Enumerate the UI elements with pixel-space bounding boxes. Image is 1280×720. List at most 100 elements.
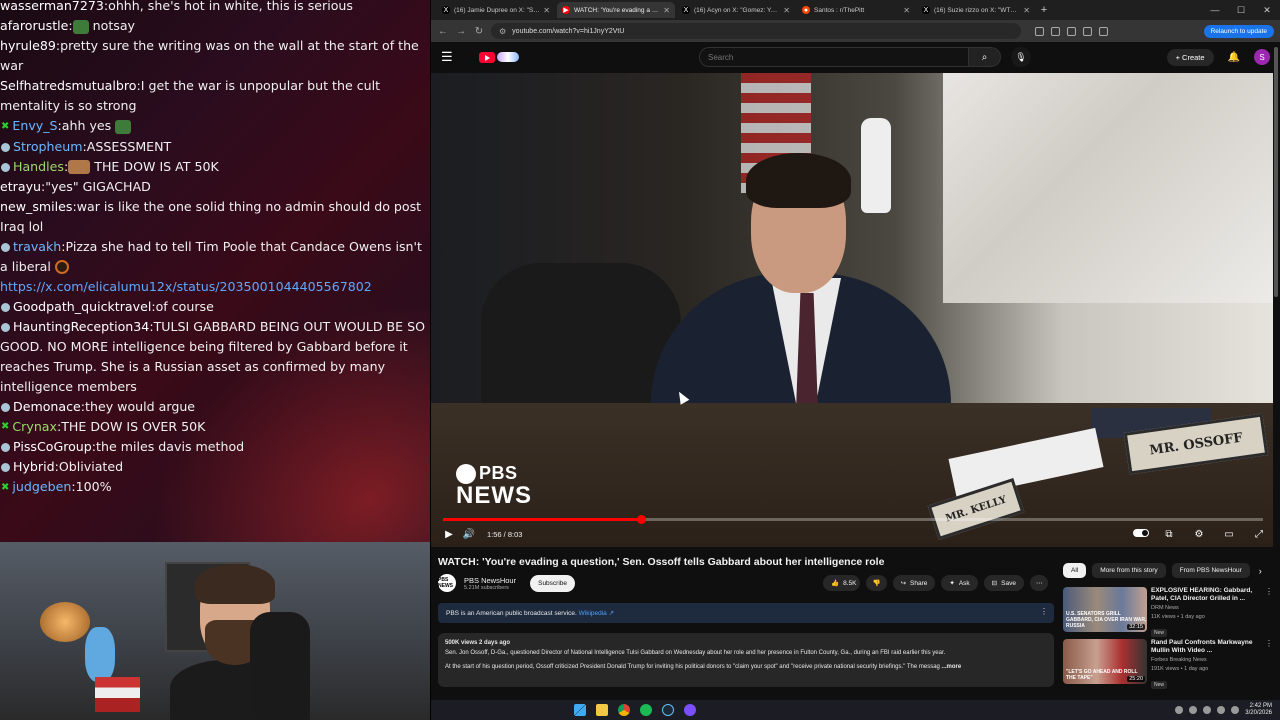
- channel-avatar[interactable]: PBS NEWS: [438, 574, 456, 592]
- progress-bar[interactable]: [443, 515, 1263, 524]
- chat-username[interactable]: PissCoGroup: [13, 439, 92, 454]
- chat-username[interactable]: Stropheum: [13, 139, 83, 154]
- description-box[interactable]: 500K views 2 days ago Sen. Jon Ossoff, D…: [438, 633, 1054, 687]
- more-link[interactable]: ...more: [942, 664, 962, 670]
- chat-username[interactable]: Selfhatredsmutualbro: [0, 78, 137, 93]
- chat-username[interactable]: Hybrid: [13, 459, 55, 474]
- video-thumbnail[interactable]: U.S. Senators Grill Gabbard, CIA Over Ir…: [1063, 587, 1147, 632]
- chat-username[interactable]: wasserman7273: [0, 0, 104, 13]
- page-scrollbar[interactable]: [1274, 47, 1278, 297]
- tray-icon[interactable]: [1203, 706, 1212, 714]
- close-tab-icon[interactable]: ✕: [903, 6, 910, 15]
- extension-icon[interactable]: [1051, 26, 1060, 36]
- close-tab-icon[interactable]: ✕: [1023, 6, 1030, 15]
- extension-icon[interactable]: [1099, 26, 1108, 36]
- info-more-icon[interactable]: ⋮: [1040, 607, 1048, 616]
- video-player[interactable]: MR. OSSOFF MR. KELLY PBS NEWS ▶ 🔊 1:56 /…: [431, 73, 1273, 547]
- new-tab-button[interactable]: +: [1037, 4, 1051, 16]
- close-tab-icon[interactable]: ✕: [543, 6, 550, 15]
- spotify-icon[interactable]: [640, 704, 652, 716]
- chrome-icon[interactable]: [618, 704, 630, 716]
- scrubber-handle[interactable]: [636, 515, 646, 524]
- search-input[interactable]: [699, 47, 969, 67]
- tray-icon[interactable]: [1189, 706, 1198, 714]
- more-options-icon[interactable]: ⋮: [1265, 639, 1273, 648]
- chat-username[interactable]: travakh: [13, 239, 61, 254]
- chip-more-from-story[interactable]: More from this story: [1092, 563, 1166, 578]
- notifications-icon[interactable]: 🔔: [1228, 52, 1240, 63]
- create-button[interactable]: + Create: [1166, 48, 1214, 66]
- browser-tab[interactable]: ● Santos : r/ThePitt ✕: [797, 2, 915, 18]
- url-bar[interactable]: ⚙ youtube.com/watch?v=hi1JnyY2VtU: [491, 23, 1021, 39]
- rec-title[interactable]: EXPLOSIVE HEARING: Gabbard, Patel, CIA D…: [1151, 587, 1266, 603]
- chip-from-channel[interactable]: From PBS NewsHour: [1171, 563, 1250, 578]
- chat-username[interactable]: Envy_S: [12, 118, 57, 133]
- menu-icon[interactable]: ☰: [441, 49, 461, 65]
- extension-icon[interactable]: [1035, 26, 1044, 36]
- subscribe-button[interactable]: Subscribe: [530, 574, 576, 592]
- relaunch-button[interactable]: Relaunch to update: [1203, 24, 1274, 38]
- video-thumbnail[interactable]: "LET'S GO AHEAD AND ROLL THE TAPE" 25:20: [1063, 639, 1147, 684]
- more-actions-button[interactable]: ⋯: [1029, 575, 1049, 591]
- obs-icon[interactable]: [684, 704, 696, 716]
- share-button[interactable]: ↪ Share: [892, 575, 936, 591]
- ask-button[interactable]: ✦ Ask: [941, 575, 978, 591]
- clock[interactable]: 2:42 PM 3/20/2026: [1245, 703, 1272, 717]
- youtube-logo[interactable]: [479, 51, 519, 63]
- file-explorer-icon[interactable]: [596, 704, 608, 716]
- lamp: [40, 602, 90, 642]
- extension-icon[interactable]: [1083, 26, 1092, 36]
- chat-link[interactable]: https://x.com/elicalumu12x/status/203500…: [0, 279, 372, 294]
- minimize-button[interactable]: —: [1202, 5, 1228, 16]
- maximize-button[interactable]: ☐: [1228, 5, 1254, 16]
- reload-icon[interactable]: ↻: [473, 26, 485, 37]
- chat-username[interactable]: new_smiles: [0, 199, 72, 214]
- recommendation-item[interactable]: U.S. Senators Grill Gabbard, CIA Over Ir…: [1063, 587, 1273, 637]
- autoplay-toggle[interactable]: [1133, 528, 1149, 537]
- close-window-button[interactable]: ✕: [1254, 5, 1280, 16]
- tray-icon[interactable]: [1175, 706, 1184, 714]
- steam-icon[interactable]: [662, 704, 674, 716]
- chat-username[interactable]: HauntingReception34: [13, 319, 149, 334]
- captions-icon[interactable]: ⧉: [1159, 529, 1179, 540]
- chip-all[interactable]: All: [1063, 563, 1087, 578]
- like-button[interactable]: 👍 8.5K: [823, 575, 861, 591]
- dislike-button[interactable]: 👎: [866, 575, 887, 591]
- play-icon[interactable]: ▶: [439, 529, 459, 540]
- wikipedia-link[interactable]: Wikipedia ↗: [579, 610, 614, 617]
- more-options-icon[interactable]: ⋮: [1265, 587, 1273, 596]
- browser-tab[interactable]: ▶ WATCH: 'You're evading a quest...✕: [557, 2, 675, 18]
- chat-username[interactable]: afarorustle: [0, 18, 68, 33]
- recommendation-item[interactable]: "LET'S GO AHEAD AND ROLL THE TAPE" 25:20…: [1063, 639, 1273, 689]
- fullscreen-icon[interactable]: ⤢: [1249, 529, 1269, 540]
- windows-start-icon[interactable]: [574, 704, 586, 716]
- chat-username[interactable]: Handles: [13, 159, 64, 174]
- browser-tab[interactable]: X (16) Jamie Dupree on X: "Sen... ✕: [437, 2, 555, 18]
- channel-name[interactable]: PBS NewsHour: [464, 576, 516, 585]
- wifi-icon[interactable]: [1217, 706, 1226, 714]
- rec-title[interactable]: Rand Paul Confronts Markwayne Mullin Wit…: [1151, 639, 1266, 655]
- back-icon[interactable]: ←: [437, 26, 449, 37]
- settings-icon[interactable]: ⚙: [1189, 529, 1209, 540]
- browser-tab[interactable]: X (16) Acyn on X: "Gomez: You a... ✕: [677, 2, 795, 18]
- chat-username[interactable]: hyrule89: [0, 38, 56, 53]
- save-button[interactable]: ⊟ Save: [983, 575, 1024, 591]
- chat-username[interactable]: etrayu: [0, 179, 41, 194]
- chat-username[interactable]: Demonace: [13, 399, 81, 414]
- chevron-right-icon[interactable]: ›: [1259, 566, 1262, 576]
- extension-icon[interactable]: [1067, 26, 1076, 36]
- volume-icon[interactable]: 🔊: [459, 529, 479, 540]
- account-avatar[interactable]: S: [1254, 49, 1270, 65]
- microphone-icon[interactable]: 🎙: [1011, 47, 1031, 67]
- chat-username[interactable]: judgeben: [12, 479, 71, 494]
- chat-username[interactable]: Crynax: [12, 419, 57, 434]
- site-info-icon[interactable]: ⚙: [499, 27, 506, 36]
- chat-username[interactable]: Goodpath_quicktravel: [13, 299, 151, 314]
- theater-icon[interactable]: ▭: [1219, 529, 1239, 540]
- search-icon[interactable]: ⌕: [969, 47, 1001, 67]
- volume-icon[interactable]: [1231, 706, 1240, 714]
- close-tab-icon[interactable]: ✕: [783, 6, 790, 15]
- close-tab-icon[interactable]: ✕: [663, 6, 670, 15]
- browser-tab[interactable]: X (16) Suzie rizzo on X: "WTF is i... ✕: [917, 2, 1035, 18]
- forward-icon[interactable]: →: [455, 26, 467, 37]
